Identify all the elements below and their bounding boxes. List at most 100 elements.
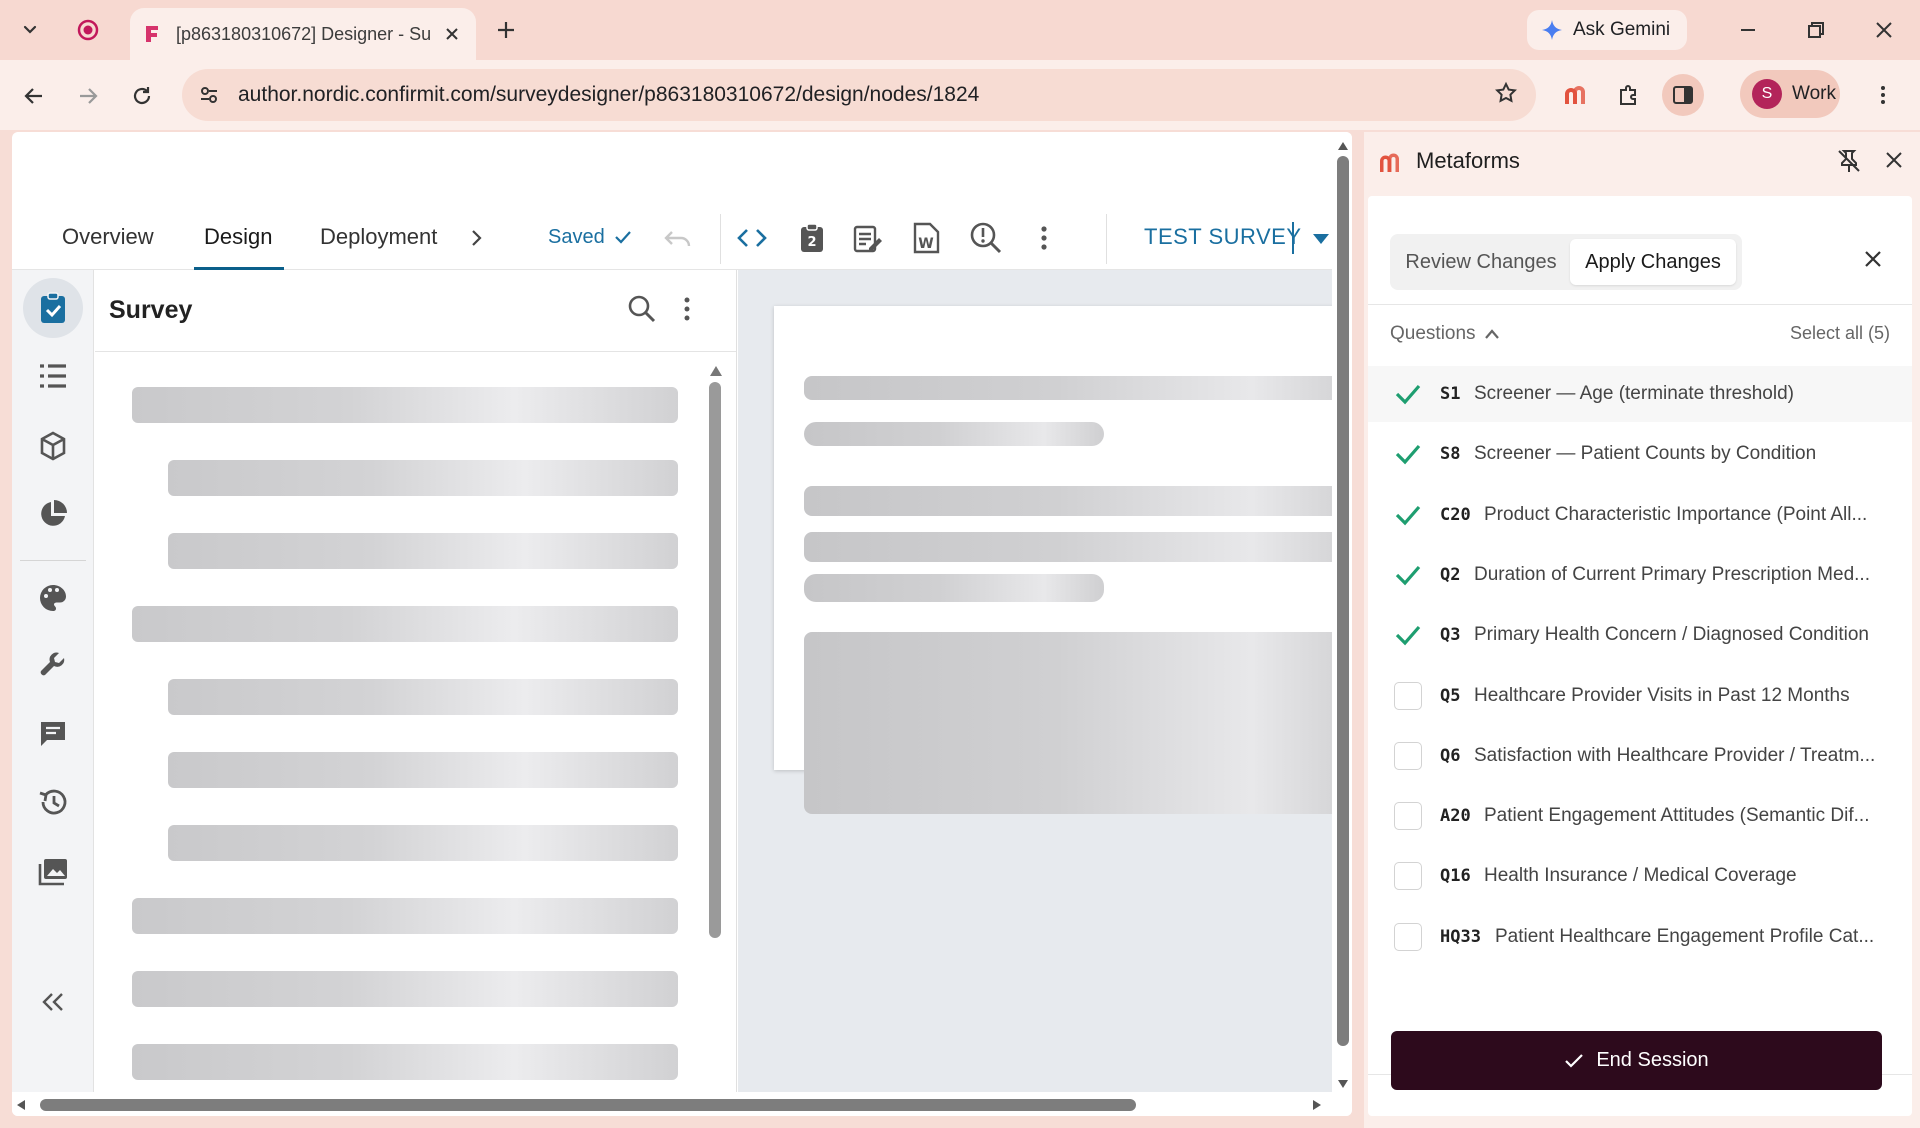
unpin-panel-button[interactable]	[1836, 148, 1862, 179]
question-row[interactable]: S8 Screener — Patient Counts by Condition	[1368, 426, 1912, 482]
test-survey-button[interactable]: TEST SURVEY	[1144, 204, 1302, 270]
rail-survey-button[interactable]	[23, 278, 83, 338]
more-options-button[interactable]	[1026, 220, 1062, 256]
question-checked-icon[interactable]	[1394, 440, 1422, 468]
tab-search-button[interactable]	[12, 12, 48, 48]
restore-button[interactable]	[1798, 12, 1834, 48]
question-checked-icon[interactable]	[1394, 561, 1422, 589]
new-tab-button[interactable]	[488, 12, 524, 48]
undo-button[interactable]	[660, 220, 696, 256]
collapse-rail-button[interactable]	[23, 972, 83, 1032]
minimize-icon	[1741, 29, 1755, 31]
ask-gemini-button[interactable]: Ask Gemini	[1527, 10, 1687, 50]
scroll-up-arrow[interactable]	[709, 364, 723, 382]
search-icon[interactable]	[627, 294, 657, 329]
question-checked-icon[interactable]	[1394, 501, 1422, 529]
tab-overview[interactable]: Overview	[62, 204, 154, 270]
search-alert-icon	[970, 222, 1002, 254]
question-row[interactable]: Q16 Health Insurance / Medical Coverage	[1368, 848, 1912, 904]
question-row[interactable]: HQ33 Patient Healthcare Engagement Profil…	[1368, 909, 1912, 965]
question-checked-icon[interactable]	[1394, 380, 1422, 408]
question-row[interactable]: A20 Patient Engagement Attitudes (Semanti…	[1368, 788, 1912, 844]
address-bar[interactable]: author.nordic.confirmit.com/surveydesign…	[182, 69, 1536, 121]
scroll-left-arrow[interactable]	[16, 1098, 26, 1116]
question-row[interactable]: Q2 Duration of Current Primary Prescripti…	[1368, 547, 1912, 603]
edit-list-button[interactable]	[850, 220, 886, 256]
url-text: author.nordic.confirmit.com/surveydesign…	[238, 83, 980, 106]
close-changes-button[interactable]	[1862, 248, 1884, 275]
toolbar-divider	[720, 214, 721, 264]
question-checked-icon[interactable]	[1394, 621, 1422, 649]
close-panel-button[interactable]	[1884, 150, 1904, 175]
question-checkbox[interactable]	[1394, 741, 1422, 770]
search-issues-button[interactable]	[968, 220, 1004, 256]
question-row[interactable]: Q6 Satisfaction with Healthcare Provider …	[1368, 728, 1912, 784]
word-export-button[interactable]: W	[908, 220, 944, 256]
question-text: Primary Health Concern / Diagnosed Condi…	[1474, 624, 1869, 646]
question-checkbox[interactable]	[1394, 862, 1422, 891]
question-row[interactable]: Q3 Primary Health Concern / Diagnosed Con…	[1368, 607, 1912, 663]
survey-panel-scrollbar[interactable]	[709, 382, 721, 938]
reload-button[interactable]	[122, 76, 162, 116]
clipboard-check-icon	[41, 292, 65, 323]
site-info-icon[interactable]	[192, 78, 226, 112]
question-checkbox[interactable]	[1394, 922, 1422, 951]
rail-history-button[interactable]	[23, 772, 83, 832]
browser-menu-button[interactable]	[1862, 74, 1904, 116]
puzzle-icon	[1620, 85, 1636, 105]
rail-chart-button[interactable]	[23, 484, 83, 544]
vertical-scroll-thumb[interactable]	[1337, 156, 1349, 1046]
tab-review-changes[interactable]: Review Changes	[1396, 239, 1566, 285]
question-row[interactable]: C20 Product Characteristic Importance (Po…	[1368, 487, 1912, 543]
svg-text:2: 2	[807, 235, 816, 250]
scroll-right-arrow[interactable]	[1312, 1098, 1322, 1116]
close-icon	[1886, 152, 1902, 168]
rail-tools-button[interactable]	[23, 636, 83, 696]
question-checkbox[interactable]	[1394, 802, 1422, 831]
skeleton-row	[168, 752, 678, 788]
test-survey-split-divider	[1292, 222, 1294, 254]
scroll-up-arrow[interactable]	[1337, 138, 1349, 156]
plus-icon	[498, 22, 514, 38]
minimize-button[interactable]	[1730, 12, 1766, 48]
side-panel-button[interactable]	[1662, 74, 1704, 116]
double-chevron-left-icon	[42, 993, 63, 1011]
close-tab-icon[interactable]	[440, 22, 464, 46]
rail-list-button[interactable]	[23, 346, 83, 406]
bookmark-star-icon[interactable]	[1494, 81, 1518, 110]
wrench-icon	[40, 652, 65, 676]
forward-button[interactable]	[68, 76, 108, 116]
survey-more-button[interactable]	[675, 294, 699, 329]
test-survey-dropdown[interactable]	[1312, 232, 1330, 250]
nav-scroll-right-button[interactable]	[458, 220, 494, 256]
questions-toggle[interactable]: Questions	[1390, 323, 1500, 345]
rail-comments-button[interactable]	[23, 704, 83, 764]
app-vertical-scrollbar[interactable]	[1332, 132, 1352, 1092]
select-all-button[interactable]: Select all (5)	[1790, 323, 1890, 344]
horizontal-scroll-thumb[interactable]	[40, 1099, 1136, 1111]
preview-card	[774, 306, 1352, 814]
tab-apply-changes[interactable]: Apply Changes	[1570, 239, 1736, 285]
tab-design[interactable]: Design	[193, 204, 286, 270]
profile-button[interactable]: S Work	[1740, 70, 1840, 118]
end-session-button[interactable]: End Session	[1391, 1031, 1882, 1090]
clipboard-button[interactable]: 2	[794, 220, 830, 256]
question-row[interactable]: Q5 Healthcare Provider Visits in Past 12 …	[1368, 668, 1912, 724]
rail-cube-button[interactable]	[23, 416, 83, 476]
app-horizontal-scrollbar[interactable]	[12, 1092, 1352, 1116]
close-window-button[interactable]	[1866, 12, 1902, 48]
back-button[interactable]	[14, 76, 54, 116]
code-view-button[interactable]	[734, 220, 770, 256]
browser-tab-designer[interactable]: [p863180310672] Designer - Su	[130, 8, 476, 60]
question-row[interactable]: S1 Screener — Age (terminate threshold)	[1368, 366, 1912, 422]
metaforms-extension-button[interactable]	[1554, 74, 1596, 116]
rail-theme-button[interactable]	[23, 568, 83, 628]
skeleton-line	[804, 532, 1352, 562]
rail-media-button[interactable]	[23, 842, 83, 902]
skeleton-line	[804, 422, 1104, 446]
extensions-button[interactable]	[1608, 74, 1650, 116]
question-checkbox[interactable]	[1394, 681, 1422, 710]
tab-deployment[interactable]: Deployment	[320, 204, 452, 270]
side-panel-icon	[1673, 86, 1693, 104]
recording-button[interactable]	[70, 12, 106, 48]
